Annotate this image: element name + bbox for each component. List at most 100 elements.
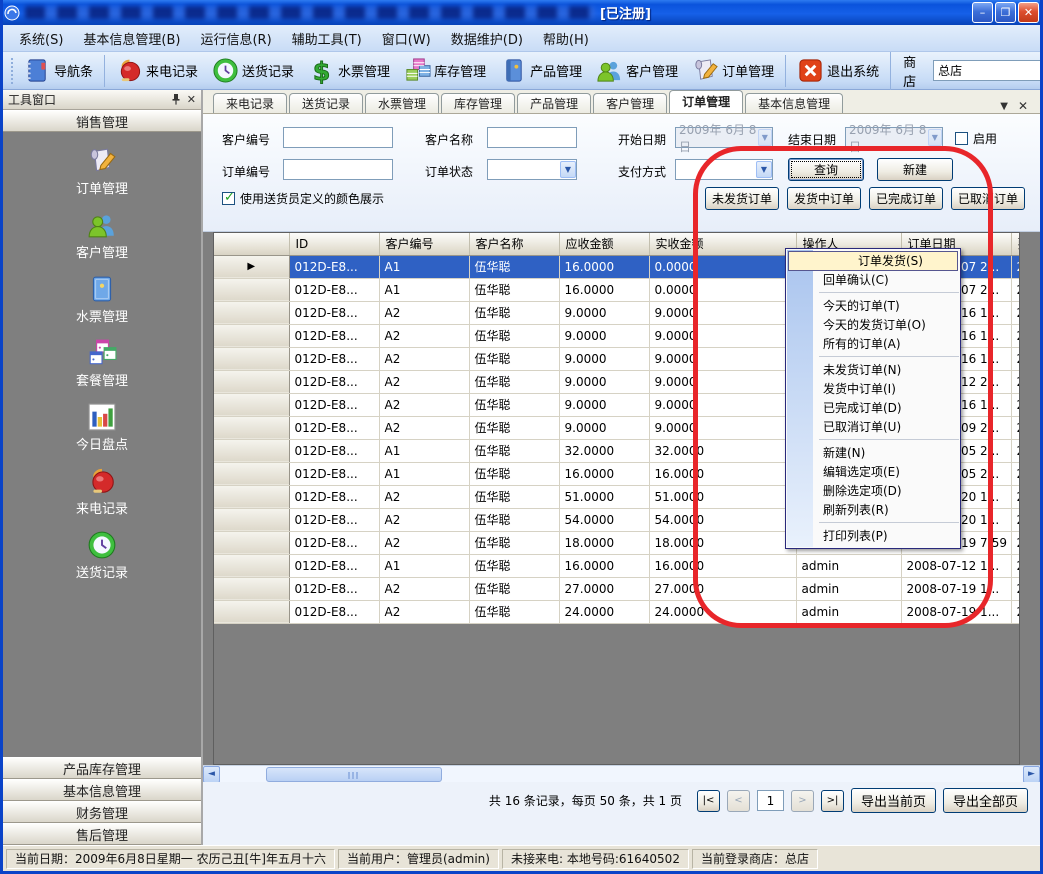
table-cell[interactable]: 2008-08-16 1... — [1011, 393, 1020, 416]
table-cell[interactable]: 012D-E8... — [289, 370, 379, 393]
table-cell[interactable]: 012D-E8... — [289, 531, 379, 554]
tab-list-dropdown-icon[interactable]: ▼ — [1000, 101, 1008, 112]
table-cell[interactable]: 伍华聪 — [469, 577, 559, 600]
table-cell[interactable]: 012D-E8... — [289, 347, 379, 370]
table-cell[interactable]: 32.0000 — [559, 439, 649, 462]
menu-item[interactable]: 基本信息管理(B) — [73, 25, 190, 52]
table-cell[interactable]: 伍华聪 — [469, 347, 559, 370]
table-cell[interactable]: 16.0000 — [559, 554, 649, 577]
filter-cancelled-orders-button[interactable]: 已取消订单 — [951, 187, 1025, 210]
toolbar-order-button[interactable]: 订单管理 — [685, 55, 781, 87]
tab-water-ticket[interactable]: 水票管理 — [365, 93, 439, 113]
table-cell[interactable]: admin — [796, 600, 901, 623]
table-cell[interactable]: 27.0000 — [649, 577, 796, 600]
row-selector[interactable] — [214, 324, 289, 347]
table-cell[interactable]: A2 — [379, 393, 469, 416]
table-cell[interactable]: 51.0000 — [559, 485, 649, 508]
chevron-down-icon[interactable]: ▼ — [928, 129, 942, 146]
context-item-delete-selected[interactable]: 删除选定项(D) — [787, 482, 959, 501]
sidebar-item-order-management[interactable]: 订单管理 — [76, 146, 128, 197]
toolbar-exit-button[interactable]: 退出系统 — [785, 55, 886, 87]
export-all-pages-button[interactable]: 导出全部页 — [943, 788, 1028, 813]
menu-item[interactable]: 帮助(H) — [533, 25, 599, 52]
table-cell[interactable]: A1 — [379, 278, 469, 301]
menu-item[interactable]: 窗口(W) — [372, 25, 441, 52]
table-cell[interactable]: A2 — [379, 485, 469, 508]
table-cell[interactable]: 9.0000 — [559, 301, 649, 324]
table-cell[interactable]: admin — [796, 554, 901, 577]
row-selector[interactable] — [214, 416, 289, 439]
context-item-today-shipped-orders[interactable]: 今天的发货订单(O) — [787, 316, 959, 335]
table-cell[interactable]: 51.0000 — [649, 485, 796, 508]
table-cell[interactable]: 9.0000 — [649, 301, 796, 324]
table-cell[interactable]: 9.0000 — [649, 416, 796, 439]
toolbar-call-log-button[interactable]: 来电记录 — [104, 55, 205, 87]
context-item-cancelled-orders[interactable]: 已取消订单(U) — [787, 418, 959, 437]
column-header[interactable]: ID — [289, 233, 379, 255]
toolbar-navigator-button[interactable]: 导航条 — [17, 55, 100, 87]
prev-page-button[interactable]: < — [727, 790, 750, 812]
new-button[interactable]: 新建 — [877, 158, 953, 181]
table-cell[interactable]: 9.0000 — [649, 370, 796, 393]
chevron-down-icon[interactable]: ▼ — [560, 161, 576, 178]
table-cell[interactable]: A1 — [379, 554, 469, 577]
sidebar-item-daily-check[interactable]: 今日盘点 — [76, 402, 128, 453]
tab-order[interactable]: 订单管理 — [669, 90, 743, 113]
table-cell[interactable]: 012D-E8... — [289, 577, 379, 600]
table-cell[interactable]: 24.0000 — [559, 600, 649, 623]
next-page-button[interactable]: > — [791, 790, 814, 812]
table-cell[interactable]: 18.0000 — [559, 531, 649, 554]
row-selector[interactable] — [214, 439, 289, 462]
table-cell[interactable]: A2 — [379, 370, 469, 393]
table-cell[interactable]: 伍华聪 — [469, 554, 559, 577]
table-cell[interactable]: A1 — [379, 255, 469, 278]
menu-item[interactable]: 辅助工具(T) — [282, 25, 372, 52]
table-cell[interactable]: 伍华聪 — [469, 301, 559, 324]
customer-name-input[interactable] — [487, 127, 577, 148]
context-item-ship-order[interactable]: 订单发货(S) — [788, 251, 958, 271]
table-cell[interactable]: 0.0000 — [649, 255, 796, 278]
table-cell[interactable]: 伍华聪 — [469, 393, 559, 416]
page-number-input[interactable] — [757, 790, 784, 811]
order-code-input[interactable] — [283, 159, 393, 180]
table-cell[interactable]: 9.0000 — [559, 347, 649, 370]
table-cell[interactable]: 012D-E8... — [289, 278, 379, 301]
table-cell[interactable]: 9.0000 — [559, 324, 649, 347]
table-cell[interactable]: 伍华聪 — [469, 278, 559, 301]
column-header[interactable]: 实收金额 — [649, 233, 796, 255]
maximize-button[interactable]: ❐ — [995, 2, 1016, 23]
close-sidebar-icon[interactable]: ✕ — [187, 94, 196, 105]
table-cell[interactable]: 012D-E8... — [289, 324, 379, 347]
toolbar-product-button[interactable]: 产品管理 — [493, 55, 589, 87]
tab-close-icon[interactable]: ✕ — [1018, 99, 1028, 113]
row-selector[interactable] — [214, 577, 289, 600]
toolbar-inventory-button[interactable]: 库存管理 — [397, 55, 493, 87]
table-cell[interactable]: 2008-08-16 1... — [1011, 301, 1020, 324]
table-cell[interactable]: 012D-E8... — [289, 439, 379, 462]
context-item-receipt-confirm[interactable]: 回单确认(C) — [787, 271, 959, 290]
table-cell[interactable]: 012D-E8... — [289, 301, 379, 324]
table-row[interactable]: 012D-E8...A2伍华聪24.000024.0000admin2008-0… — [214, 600, 1020, 623]
sidebar-group-product-inventory[interactable]: 产品库存管理 — [3, 757, 201, 779]
sidebar-item-customer-management[interactable]: 客户管理 — [76, 210, 128, 261]
table-cell[interactable]: 2008-08-12 2... — [1011, 370, 1020, 393]
toolbar-delivery-log-button[interactable]: 送货记录 — [205, 55, 301, 87]
last-page-button[interactable]: >| — [821, 790, 844, 812]
table-cell[interactable]: 012D-E8... — [289, 393, 379, 416]
table-cell[interactable]: 16.0000 — [649, 554, 796, 577]
row-selector[interactable] — [214, 600, 289, 623]
table-cell[interactable]: 2008-07-12 1... — [1011, 554, 1020, 577]
table-cell[interactable]: 伍华聪 — [469, 531, 559, 554]
column-header[interactable]: 应收金额 — [559, 233, 649, 255]
context-item-print-list[interactable]: 打印列表(P) — [787, 527, 959, 546]
row-selector[interactable] — [214, 554, 289, 577]
table-cell[interactable]: 16.0000 — [649, 462, 796, 485]
end-date-picker[interactable]: 2009年 6月 8日 ▼ — [845, 127, 943, 148]
scroll-right-icon[interactable]: ► — [1023, 766, 1040, 783]
table-cell[interactable]: 012D-E8... — [289, 600, 379, 623]
table-cell[interactable]: 9.0000 — [649, 347, 796, 370]
chevron-down-icon[interactable]: ▼ — [758, 129, 772, 146]
pin-icon[interactable] — [171, 93, 181, 107]
delivery-color-checkbox[interactable] — [222, 192, 235, 205]
table-cell[interactable]: 0.0000 — [649, 278, 796, 301]
